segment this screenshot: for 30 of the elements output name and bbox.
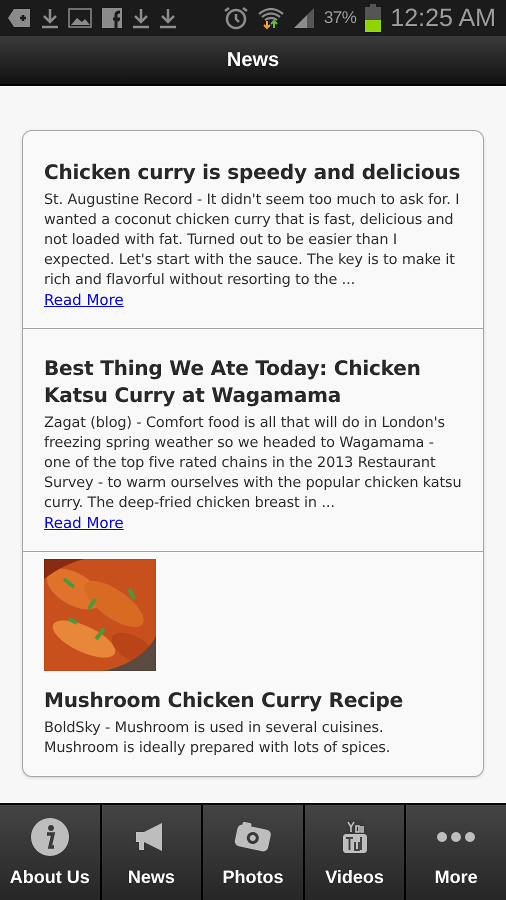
screen-title: News (226, 48, 280, 72)
battery-icon (365, 4, 382, 32)
download-icon (132, 7, 150, 29)
article-summary: St. Augustine Record - It didn't seem too much to ask for. I wanted a coconut chicken curry that is fast, delicious and not loaded with fat. Turned out to be easier than I expected. Let's start with the sauce. The key is to make it rich and flavorful without resorting to the ... (44, 191, 460, 290)
read-more-link[interactable]: Read More (44, 290, 124, 310)
alarm-clock-icon (222, 6, 249, 30)
article-summary: Zagat (blog) - Comfort food is all that will do in London's freezing spring weather so we headed to Wagamama - one of the top five rated chains in the 2013 Restaurant Survey - to warm ourselves with the popular chicken katsu curry. The deep-fried chicken breast in ... (44, 414, 462, 513)
nav-tab[interactable]: More (406, 805, 506, 900)
article-title: Chicken curry is speedy and delicious (44, 159, 460, 186)
nav-tab[interactable]: About Us (0, 805, 100, 900)
download-icon (41, 7, 59, 29)
nav-tab[interactable]: Photos (203, 805, 303, 900)
image-icon (68, 7, 92, 29)
article-summary: BoldSky - Mushroom is used in several cuisines. Mushroom is ideally prepared with lots of spices. (44, 719, 392, 758)
article-title: Mushroom Chicken Curry Recipe (44, 687, 403, 714)
clock-time: 12:25 AM (390, 4, 496, 32)
info-icon (30, 817, 70, 857)
battery-percentage: 37% (324, 8, 356, 28)
wifi-icon (258, 6, 284, 30)
nav-tab[interactable]: Videos (304, 805, 404, 900)
facebook-icon (101, 7, 123, 29)
download-icon (159, 7, 177, 29)
add-notification-icon (8, 7, 32, 29)
article-title: Best Thing We Ate Today: Chicken Katsu Curry at Wagamama (44, 355, 422, 409)
video-logo-icon (340, 820, 369, 854)
camera-icon (232, 820, 273, 854)
signal-icon (292, 7, 315, 29)
read-more-link[interactable]: Read More (44, 513, 124, 533)
nav-tab[interactable]: News (102, 805, 202, 900)
more-icon (436, 831, 476, 843)
